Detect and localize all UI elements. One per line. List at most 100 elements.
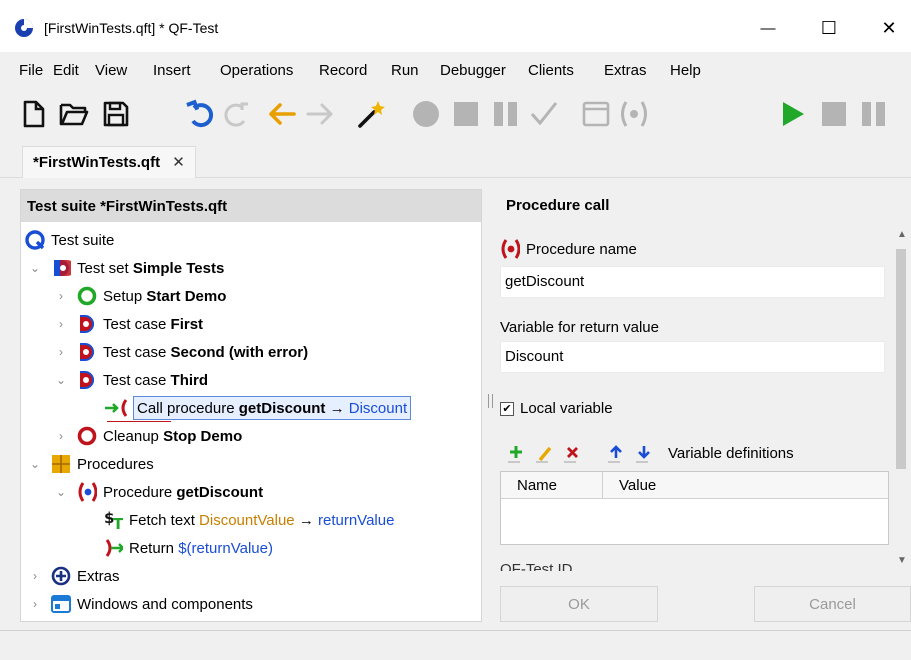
tree-node-procedures[interactable]: Procedures bbox=[51, 450, 154, 478]
expand-chevron-icon[interactable]: › bbox=[29, 597, 41, 611]
menu-operations[interactable]: Operations bbox=[220, 62, 293, 79]
tree-node-procedure[interactable]: Procedure getDiscount bbox=[77, 478, 263, 506]
move-down-button[interactable] bbox=[634, 444, 654, 464]
collapse-chevron-icon[interactable]: ⌄ bbox=[29, 457, 41, 471]
record-icon[interactable] bbox=[406, 92, 446, 136]
tree-node-test-case-second[interactable]: Test case Second (with error) bbox=[77, 338, 308, 366]
tree-node-cleanup[interactable]: Cleanup Stop Demo bbox=[77, 422, 242, 450]
collapse-chevron-icon[interactable]: ⌄ bbox=[29, 261, 41, 275]
tree-node-fetch-text[interactable]: $ T Fetch text DiscountValue → returnValu… bbox=[103, 506, 394, 534]
procedure-name-field[interactable]: getDiscount bbox=[500, 266, 885, 298]
tree-node-setup[interactable]: Setup Start Demo bbox=[77, 282, 226, 310]
save-icon[interactable] bbox=[96, 92, 136, 136]
local-variable-checkbox[interactable]: ✔ Local variable bbox=[500, 400, 613, 417]
pause-record-icon[interactable] bbox=[486, 92, 526, 136]
tree-node-test-case-third[interactable]: Test case Third bbox=[77, 366, 208, 394]
pause-icon[interactable] bbox=[854, 92, 894, 136]
expand-chevron-icon[interactable]: › bbox=[55, 289, 67, 303]
menu-bar: File Edit View Insert Operations Record … bbox=[0, 56, 911, 84]
maximize-button[interactable]: ☐ bbox=[806, 10, 852, 46]
test-case-icon bbox=[77, 314, 97, 334]
redo-icon[interactable] bbox=[218, 92, 258, 136]
minimize-button[interactable]: — bbox=[745, 10, 791, 46]
menu-clients[interactable]: Clients bbox=[528, 62, 574, 79]
test-case-icon bbox=[77, 342, 97, 362]
windows-components-icon bbox=[51, 594, 71, 614]
expand-chevron-icon[interactable]: › bbox=[55, 429, 67, 443]
menu-record[interactable]: Record bbox=[319, 62, 367, 79]
toolbar bbox=[0, 92, 911, 142]
qftest-logo-icon bbox=[14, 18, 34, 38]
collapse-chevron-icon[interactable]: ⌄ bbox=[55, 485, 67, 499]
add-variable-button[interactable] bbox=[506, 444, 526, 464]
cleanup-icon bbox=[77, 426, 97, 446]
tab-label: *FirstWinTests.qft bbox=[33, 154, 161, 171]
menu-extras[interactable]: Extras bbox=[604, 62, 647, 79]
cancel-button[interactable]: Cancel bbox=[754, 586, 911, 622]
expand-chevron-icon[interactable]: › bbox=[55, 345, 67, 359]
minimize-icon: — bbox=[760, 19, 776, 37]
procedure-record-icon[interactable] bbox=[614, 92, 654, 136]
qftest-id-label: QF-Test ID bbox=[500, 561, 573, 571]
close-tab-icon[interactable]: ✕ bbox=[172, 154, 185, 171]
column-header-value[interactable]: Value bbox=[603, 472, 888, 498]
wizard-wand-icon[interactable] bbox=[352, 92, 392, 136]
window-icon[interactable] bbox=[576, 92, 616, 136]
play-icon[interactable] bbox=[772, 92, 812, 136]
menu-run[interactable]: Run bbox=[391, 62, 419, 79]
procedures-package-icon bbox=[51, 454, 71, 474]
expand-chevron-icon[interactable]: › bbox=[29, 569, 41, 583]
scrollbar-thumb[interactable] bbox=[896, 249, 906, 469]
tree-node-test-suite[interactable]: Test suite bbox=[25, 226, 114, 254]
close-window-button[interactable]: ✕ bbox=[866, 10, 911, 46]
move-up-button[interactable] bbox=[606, 444, 626, 464]
scroll-down-icon[interactable]: ▼ bbox=[897, 555, 907, 566]
test-set-icon bbox=[51, 258, 71, 278]
tree-node-extras[interactable]: Extras bbox=[51, 562, 120, 590]
new-file-icon[interactable] bbox=[14, 92, 54, 136]
tree-node-test-set[interactable]: Test set Simple Tests bbox=[51, 254, 224, 282]
panel-splitter-handle[interactable] bbox=[488, 394, 493, 408]
collapse-chevron-icon[interactable]: ⌄ bbox=[55, 373, 67, 387]
variable-definitions-table[interactable]: Name Value bbox=[500, 471, 889, 545]
detail-scrollbar[interactable]: ▲ ▼ bbox=[892, 229, 908, 569]
test-suite-tree: Test suite *FirstWinTests.qft Test suite… bbox=[20, 189, 482, 622]
check-icon[interactable] bbox=[524, 92, 564, 136]
svg-text:T: T bbox=[113, 515, 123, 531]
open-folder-icon[interactable] bbox=[54, 92, 94, 136]
forward-arrow-icon[interactable] bbox=[300, 92, 340, 136]
delete-variable-button[interactable] bbox=[562, 444, 582, 464]
tree-header: Test suite *FirstWinTests.qft bbox=[21, 190, 481, 222]
variable-definitions-label: Variable definitions bbox=[668, 445, 794, 462]
menu-debugger[interactable]: Debugger bbox=[440, 62, 506, 79]
fetch-text-icon: $ T bbox=[103, 509, 123, 531]
tree-node-return[interactable]: Return $(returnValue) bbox=[103, 534, 273, 562]
scroll-up-icon[interactable]: ▲ bbox=[897, 229, 907, 240]
return-icon bbox=[103, 538, 123, 558]
back-arrow-icon[interactable] bbox=[262, 92, 302, 136]
column-header-name[interactable]: Name bbox=[501, 472, 603, 498]
menu-insert[interactable]: Insert bbox=[153, 62, 191, 79]
procedure-call-icon bbox=[103, 398, 131, 418]
test-case-icon bbox=[77, 370, 97, 390]
maximize-icon: ☐ bbox=[820, 17, 838, 38]
stop-record-icon[interactable] bbox=[446, 92, 486, 136]
tree-node-call-procedure[interactable]: Call procedure getDiscount → Discount bbox=[103, 394, 412, 422]
menu-file[interactable]: File bbox=[19, 62, 43, 79]
setup-icon bbox=[77, 286, 97, 306]
selected-node-label: Call procedure getDiscount → Discount bbox=[133, 396, 412, 420]
edit-variable-button[interactable] bbox=[534, 444, 554, 464]
menu-help[interactable]: Help bbox=[670, 62, 701, 79]
tree-node-test-case-first[interactable]: Test case First bbox=[77, 310, 203, 338]
tab-firstwintests[interactable]: *FirstWinTests.qft ✕ bbox=[22, 146, 196, 178]
tree-node-windows-components[interactable]: Windows and components bbox=[51, 590, 253, 618]
menu-view[interactable]: View bbox=[95, 62, 127, 79]
stop-icon[interactable] bbox=[814, 92, 854, 136]
procedure-icon bbox=[500, 239, 520, 259]
ok-button[interactable]: OK bbox=[500, 586, 658, 622]
undo-icon[interactable] bbox=[180, 92, 220, 136]
expand-chevron-icon[interactable]: › bbox=[55, 317, 67, 331]
menu-edit[interactable]: Edit bbox=[53, 62, 79, 79]
procedure-icon bbox=[77, 482, 97, 502]
return-variable-field[interactable]: Discount bbox=[500, 341, 885, 373]
